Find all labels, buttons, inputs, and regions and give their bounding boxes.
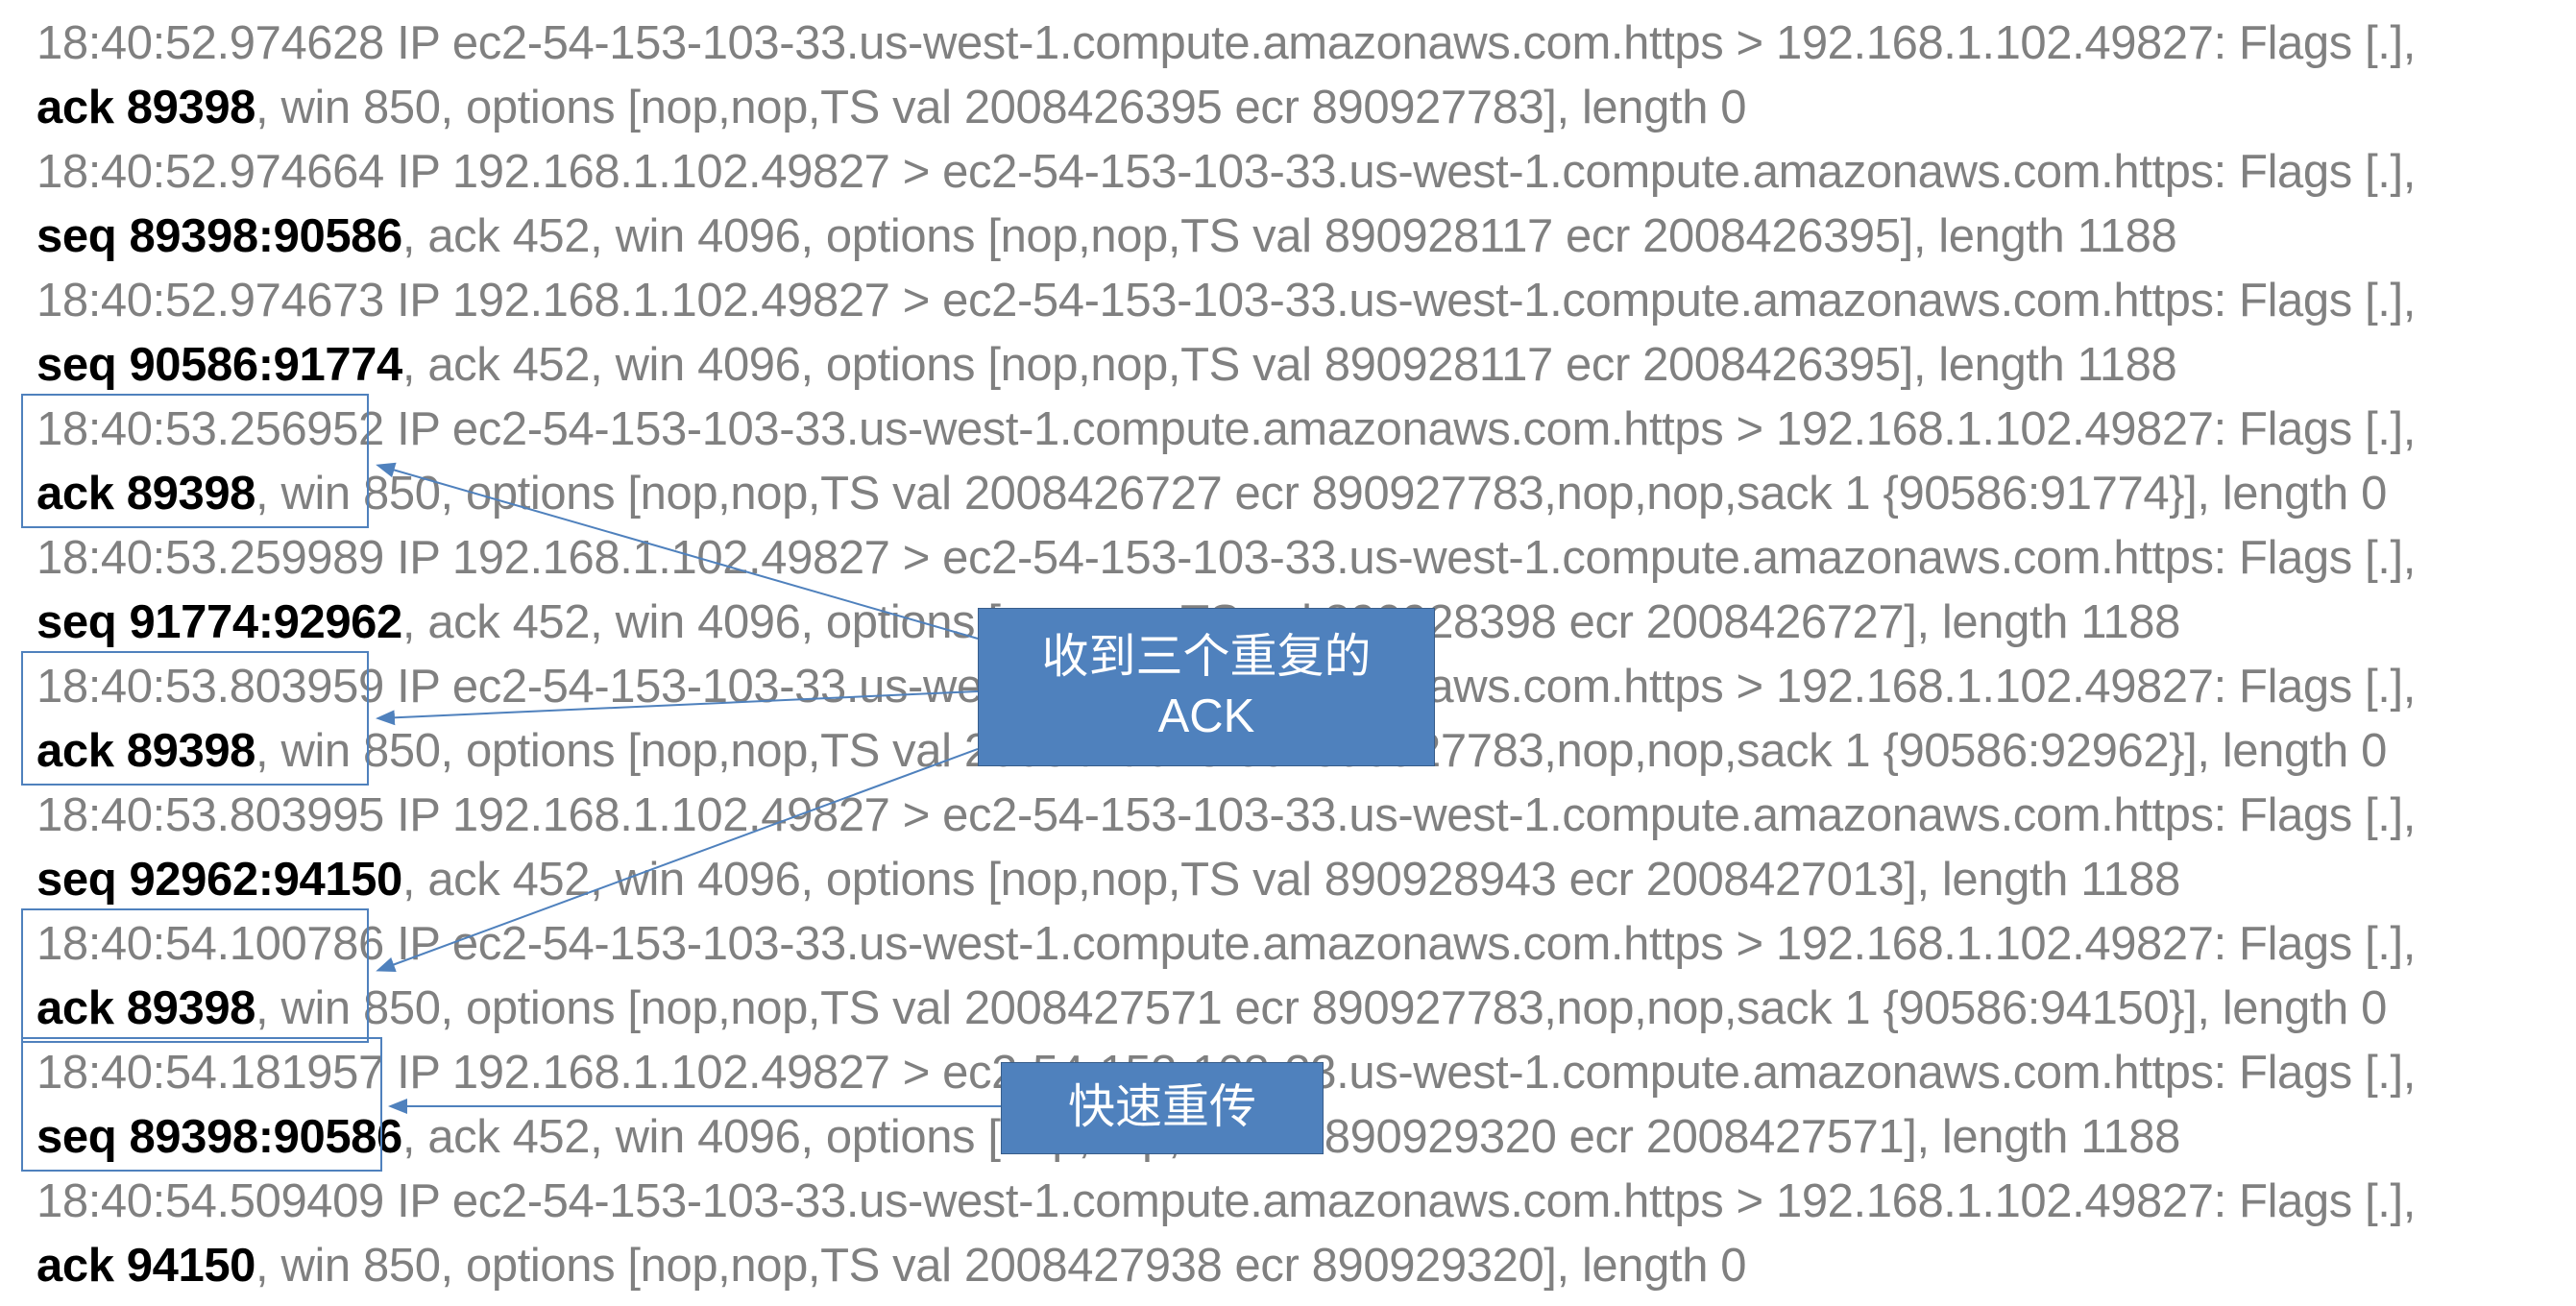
log-line: ack 94150, win 850, options [nop,nop,TS …	[36, 1238, 2557, 1294]
log-bold: seq 92962:94150	[36, 854, 402, 906]
log-gray: , win 850, options [nop,nop,TS val 20084…	[255, 82, 1746, 133]
log-gray: 18:40:53.259989 IP 192.168.1.102.49827 >…	[36, 532, 2416, 584]
log-bold: ack 94150	[36, 1240, 255, 1292]
log-gray: 18:40:52.974628 IP ec2-54-153-103-33.us-…	[36, 17, 2416, 69]
fast-retransmit-box	[21, 1037, 382, 1172]
log-bold: ack 89398	[36, 82, 255, 133]
log-gray: , ack 452, win 4096, options [nop,nop,TS…	[402, 339, 2176, 391]
log-line: ack 89398, win 850, options [nop,nop,TS …	[36, 980, 2557, 1037]
log-line: 18:40:52.974628 IP ec2-54-153-103-33.us-…	[36, 15, 2557, 72]
log-gray: 18:40:52.974664 IP 192.168.1.102.49827 >…	[36, 146, 2416, 198]
log-gray: , ack 452, win 4096, options [nop,nop,TS…	[402, 854, 2180, 906]
log-line: 18:40:52.974673 IP 192.168.1.102.49827 >…	[36, 273, 2557, 329]
log-bold: seq 89398:90586	[36, 210, 402, 262]
log-line: 18:40:54.100786 IP ec2-54-153-103-33.us-…	[36, 916, 2557, 973]
log-gray: 18:40:53.256952 IP ec2-54-153-103-33.us-…	[36, 403, 2416, 455]
log-gray: , win 850, options [nop,nop,TS val 20084…	[255, 1240, 1746, 1292]
log-line: ack 89398, win 850, options [nop,nop,TS …	[36, 466, 2557, 522]
dup-ack-box-3	[21, 908, 369, 1043]
log-line: seq 89398:90586, ack 452, win 4096, opti…	[36, 208, 2557, 265]
log-bold: seq 91774:92962	[36, 596, 402, 648]
log-line: seq 90586:91774, ack 452, win 4096, opti…	[36, 337, 2557, 394]
log-gray: 18:40:53.803995 IP 192.168.1.102.49827 >…	[36, 789, 2416, 841]
log-gray: 18:40:52.974673 IP 192.168.1.102.49827 >…	[36, 275, 2416, 326]
log-line: seq 92962:94150, ack 452, win 4096, opti…	[36, 852, 2557, 908]
log-line: 18:40:53.259989 IP 192.168.1.102.49827 >…	[36, 530, 2557, 587]
dup-ack-box-2	[21, 651, 369, 786]
log-line: 18:40:53.803995 IP 192.168.1.102.49827 >…	[36, 787, 2557, 844]
log-bold: seq 90586:91774	[36, 339, 402, 391]
log-line: 18:40:53.256952 IP ec2-54-153-103-33.us-…	[36, 401, 2557, 458]
log-line: 18:40:54.509409 IP ec2-54-153-103-33.us-…	[36, 1173, 2557, 1230]
callout-fast-retransmit: 快速重传	[1001, 1062, 1324, 1154]
log-line: ack 89398, win 850, options [nop,nop,TS …	[36, 80, 2557, 136]
log-gray: 18:40:54.509409 IP ec2-54-153-103-33.us-…	[36, 1175, 2416, 1227]
log-gray: , ack 452, win 4096, options [nop,nop,TS…	[402, 210, 2176, 262]
log-gray: 18:40:54.100786 IP ec2-54-153-103-33.us-…	[36, 918, 2416, 970]
callout-duplicate-ack: 收到三个重复的 ACK	[978, 608, 1435, 766]
log-gray: , win 850, options [nop,nop,TS val 20084…	[255, 468, 2387, 520]
dup-ack-box-1	[21, 394, 369, 528]
tcpdump-annotated-figure: 18:40:52.974628 IP ec2-54-153-103-33.us-…	[0, 0, 2576, 1306]
log-gray: , win 850, options [nop,nop,TS val 20084…	[255, 982, 2387, 1034]
log-line: 18:40:52.974664 IP 192.168.1.102.49827 >…	[36, 144, 2557, 201]
